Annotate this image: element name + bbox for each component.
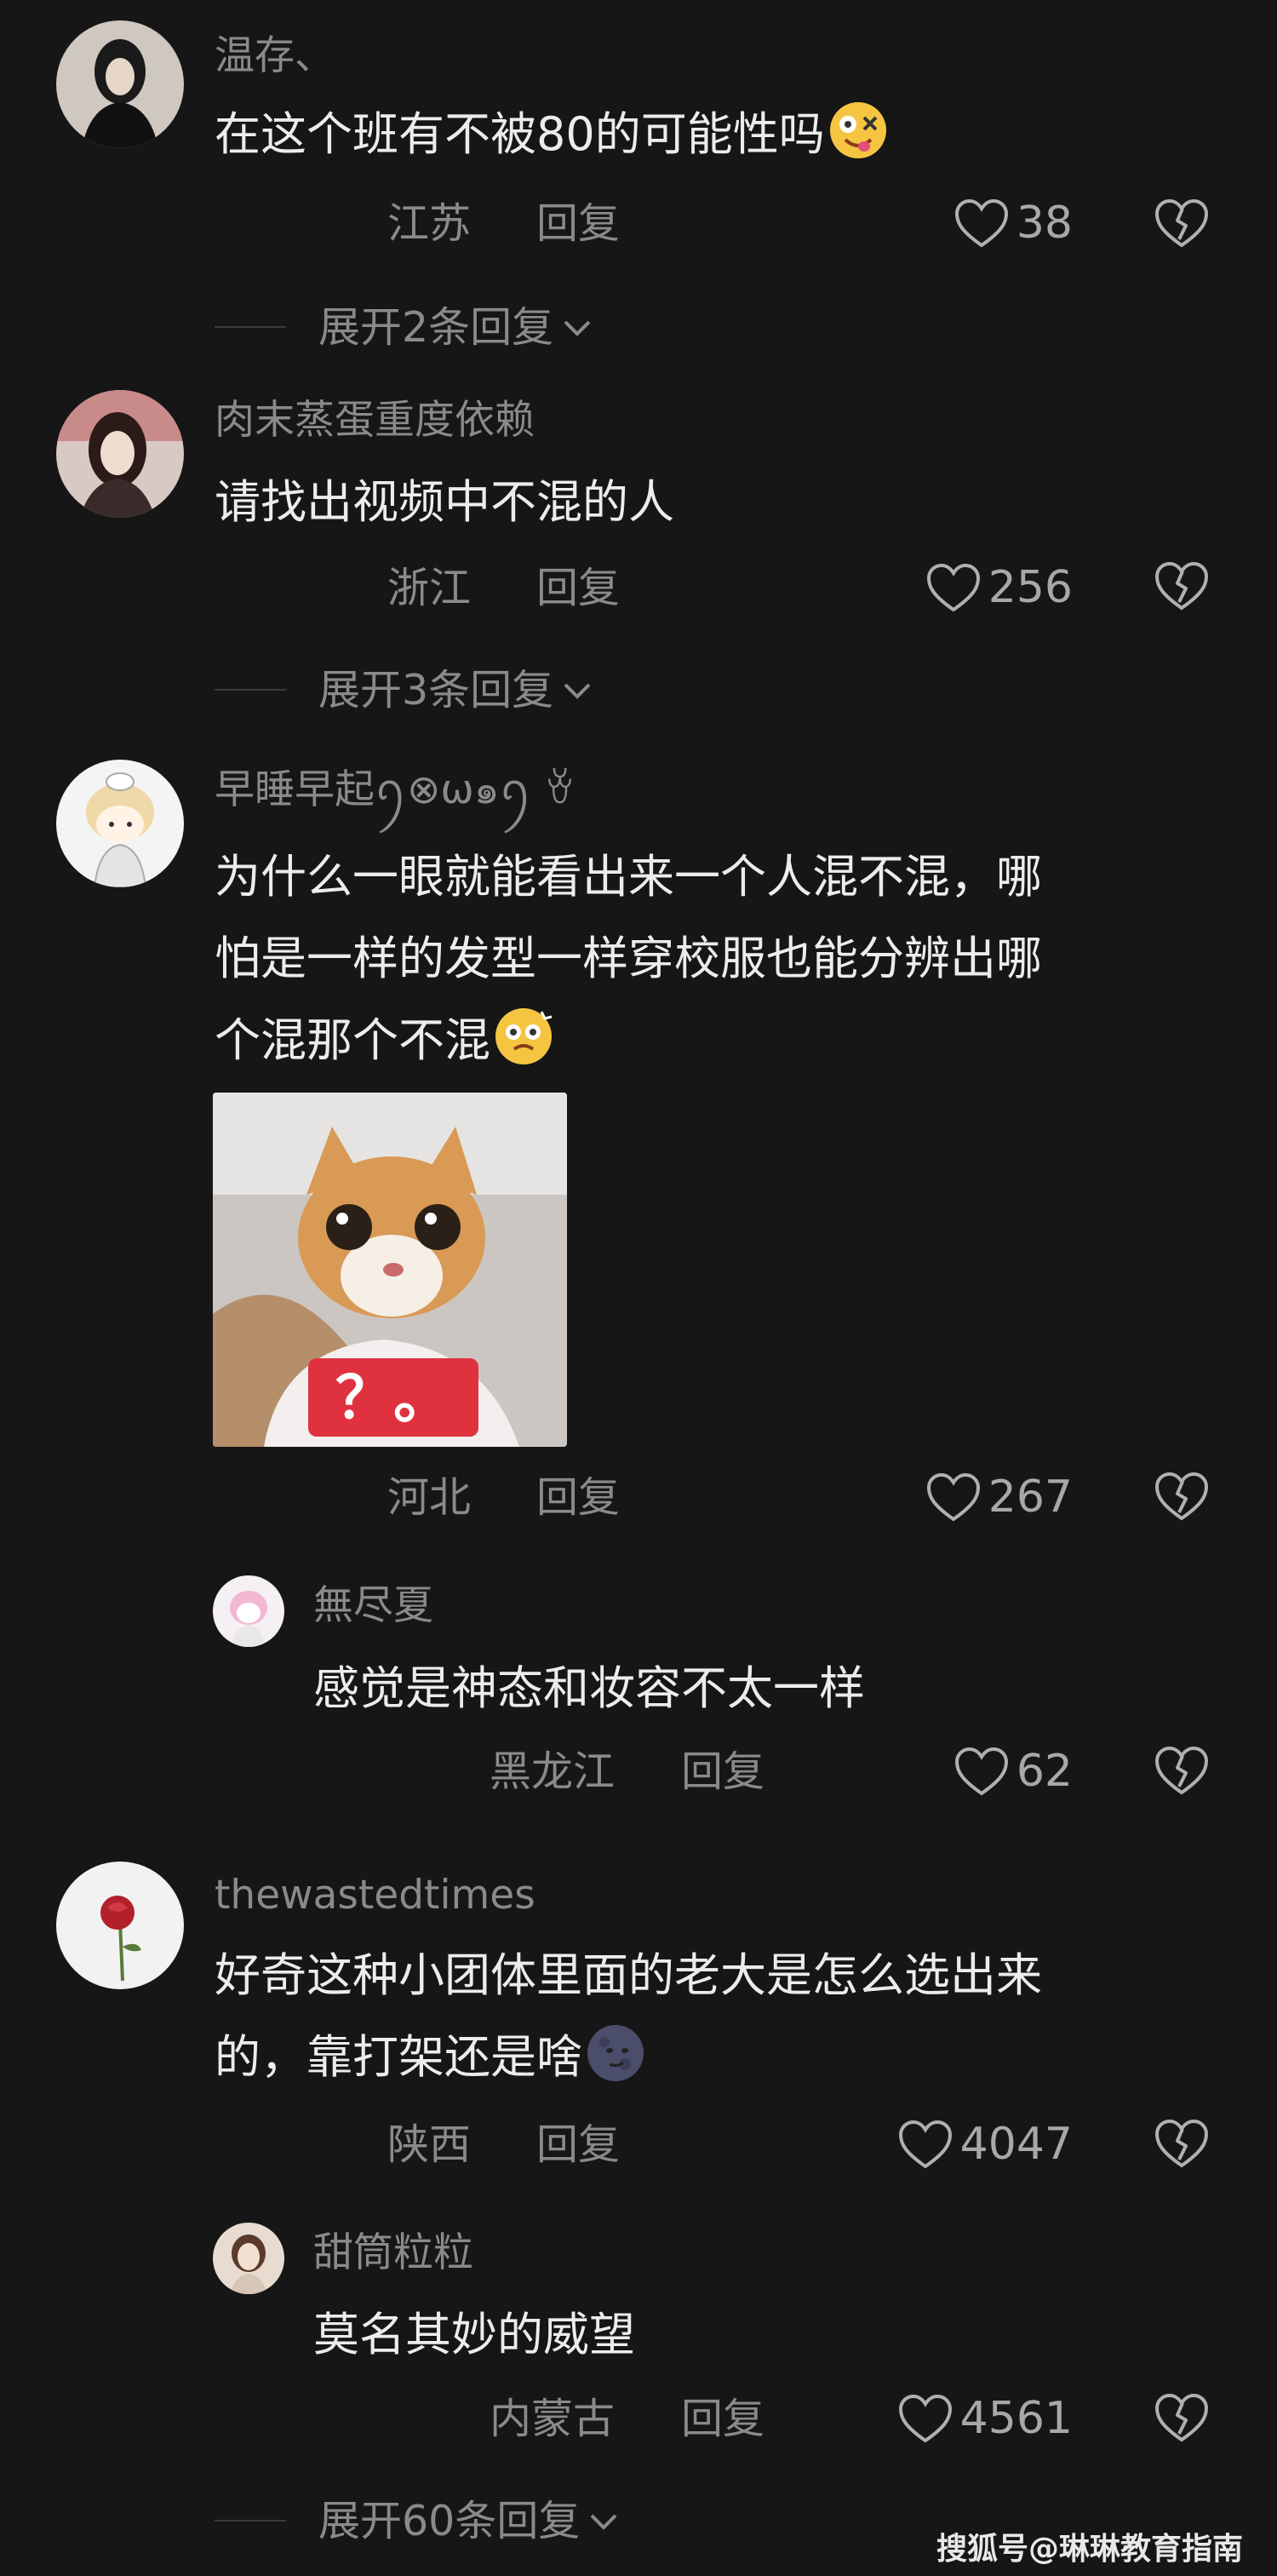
comment-text-line: 个混那个不混 — [215, 1013, 490, 1067]
heart-icon — [926, 1472, 980, 1522]
image-caption: ？。 — [335, 1365, 451, 1432]
expand-replies-label: 展开60条回复 — [318, 2496, 581, 2545]
reply-button[interactable]: 回复 — [681, 2398, 764, 2440]
like-button[interactable]: 267 — [925, 1467, 1073, 1527]
chevron-down-icon — [590, 2514, 617, 2530]
reply-location: 内蒙古 — [490, 2395, 616, 2443]
avatar[interactable] — [56, 760, 184, 887]
broken-heart-icon[interactable] — [1154, 1744, 1210, 1797]
like-button[interactable]: 62 — [953, 1741, 1073, 1801]
comment-feed: 温存、 在这个班有不被80的可能性吗 江苏 回复 38 展开2条回复 肉末蒸蛋重… — [0, 0, 1277, 2576]
comment-text-line: 请找出视频中不混的人 — [215, 475, 674, 529]
comment-text: 在这个班有不被80的可能性吗 — [215, 94, 890, 175]
reply-location: 黑龙江 — [490, 1747, 616, 1796]
like-count: 256 — [988, 562, 1073, 613]
like-button[interactable]: 4047 — [897, 2114, 1073, 2174]
comment-text: 为什么一眼就能看出来一个人混不混，哪 怕是一样的发型一样穿校服也能分辨出哪 个混… — [215, 836, 1042, 1081]
avatar[interactable] — [56, 1862, 184, 1989]
username[interactable]: 温存、 — [215, 36, 335, 76]
broken-heart-icon[interactable] — [1154, 1470, 1210, 1523]
divider — [215, 689, 286, 691]
broken-heart-icon[interactable] — [1154, 2391, 1210, 2444]
heart-icon — [926, 563, 980, 612]
like-count: 267 — [988, 1472, 1073, 1523]
comment-text-line: 怕是一样的发型一样穿校服也能分辨出哪 — [215, 932, 1042, 985]
expand-replies-button[interactable]: 展开60条回复 — [215, 2495, 621, 2546]
expand-replies-button[interactable]: 展开2条回复 — [215, 301, 594, 353]
reply-button[interactable]: 回复 — [536, 567, 620, 609]
reply-username[interactable]: 無尽夏 — [313, 1586, 433, 1626]
reply-text: 感觉是神态和妆容不太一样 — [313, 1661, 865, 1715]
reply-username[interactable]: 甜筒粒粒 — [313, 2233, 473, 2273]
heart-icon — [898, 2120, 952, 2169]
username[interactable]: thewastedtimes — [215, 1875, 535, 1915]
comment-location: 江苏 — [387, 199, 472, 248]
reply-avatar[interactable] — [213, 1575, 284, 1647]
heart-icon — [954, 1747, 1008, 1796]
comment-location: 陕西 — [387, 2120, 472, 2169]
chevron-down-icon — [564, 683, 591, 699]
comment-text: 好奇这种小团体里面的老大是怎么选出来 的，靠打架还是啥 — [215, 1935, 1042, 2098]
like-count: 4047 — [959, 2119, 1073, 2170]
divider — [215, 2520, 286, 2521]
expand-replies-button[interactable]: 展开3条回复 — [215, 664, 594, 715]
like-count: 38 — [1016, 198, 1073, 249]
reply-avatar[interactable] — [213, 2223, 284, 2294]
comment-location: 河北 — [387, 1473, 472, 1522]
reply-button[interactable]: 回复 — [536, 1477, 620, 1518]
reply-button[interactable]: 回复 — [536, 203, 620, 244]
like-button[interactable]: 38 — [953, 193, 1073, 253]
comment-text-line: 的，靠打架还是啥 — [215, 2030, 582, 2084]
expand-replies-label: 展开3条回复 — [318, 665, 554, 714]
crazy-face-emoji — [827, 99, 890, 162]
chevron-down-icon — [564, 320, 591, 336]
broken-heart-icon[interactable] — [1154, 559, 1210, 612]
expand-replies-label: 展开2条回复 — [318, 302, 554, 352]
like-count: 62 — [1016, 1746, 1073, 1797]
dizzy-face-emoji — [492, 1005, 555, 1068]
like-button[interactable]: 256 — [925, 558, 1073, 617]
broken-heart-icon[interactable] — [1154, 197, 1210, 250]
avatar[interactable] — [56, 20, 184, 148]
divider — [215, 326, 286, 328]
watermark: 搜狐号@琳琳教育指南 — [936, 2532, 1243, 2567]
like-count: 4561 — [959, 2393, 1073, 2444]
reply-text: 莫名其妙的威望 — [313, 2308, 635, 2361]
reply-button[interactable]: 回复 — [681, 1751, 764, 1793]
broken-heart-icon[interactable] — [1154, 2117, 1210, 2170]
comment-text: 请找出视频中不混的人 — [215, 462, 674, 543]
attached-image[interactable]: ？。 — [213, 1093, 567, 1447]
comment-text-line: 为什么一眼就能看出来一个人混不混，哪 — [215, 850, 1042, 904]
comment-text-line: 好奇这种小团体里面的老大是怎么选出来 — [215, 1948, 1042, 2002]
comment-location: 浙江 — [387, 564, 472, 612]
like-button[interactable]: 4561 — [897, 2389, 1073, 2448]
heart-icon — [954, 198, 1008, 248]
reply-button[interactable]: 回复 — [536, 2124, 620, 2166]
username[interactable]: 早睡早起ꪆ⊗ω๑ꪆ ꈊ — [215, 770, 576, 810]
heart-icon — [898, 2394, 952, 2443]
username[interactable]: 肉末蒸蛋重度依赖 — [215, 400, 535, 440]
comment-text-line: 在这个班有不被80的可能性吗 — [215, 107, 825, 161]
new-moon-face-emoji — [584, 2022, 647, 2085]
avatar[interactable] — [56, 390, 184, 518]
